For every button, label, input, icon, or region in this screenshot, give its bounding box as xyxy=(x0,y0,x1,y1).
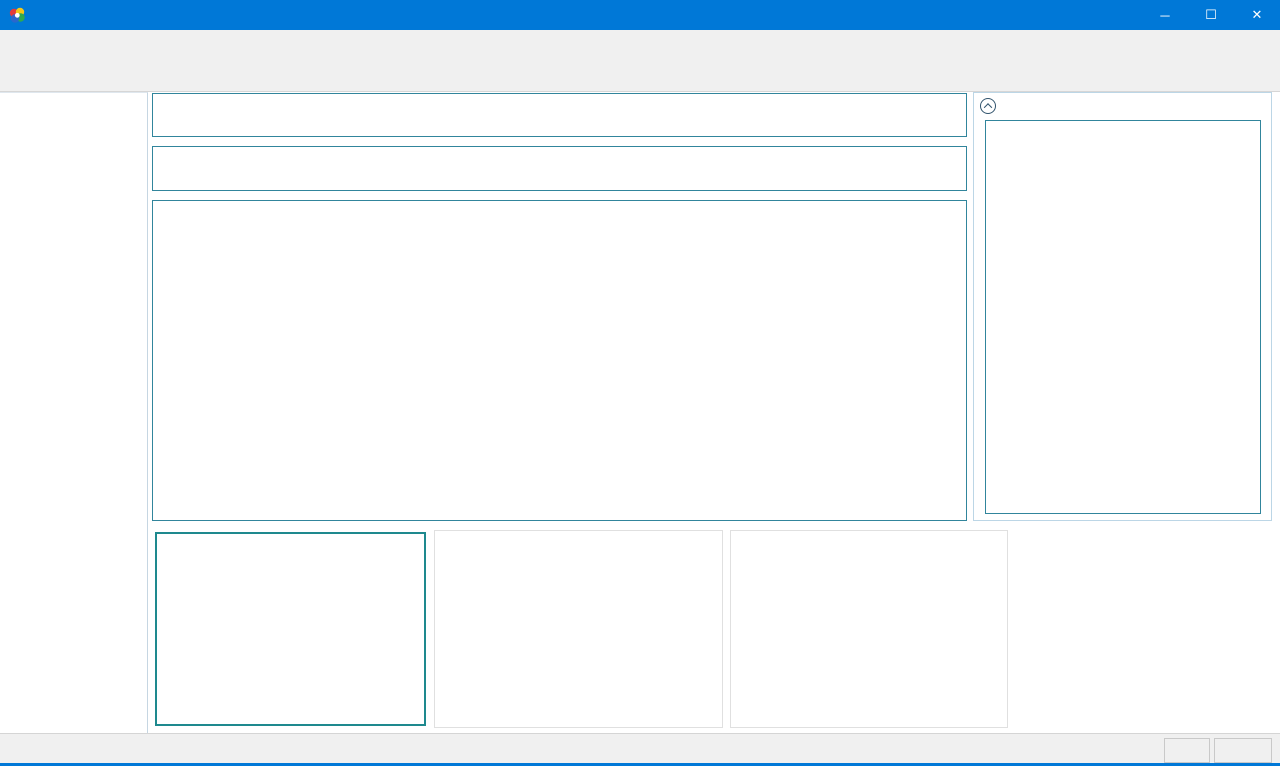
scatter-chart-panel[interactable] xyxy=(155,532,426,726)
status-empty-cell xyxy=(1214,738,1272,763)
auto-mode-indicator xyxy=(1164,738,1210,763)
color-difference-panel xyxy=(973,92,1272,521)
menu-bar xyxy=(0,30,1280,52)
collapse-panel-button[interactable] xyxy=(980,98,996,114)
chevron-up-icon xyxy=(984,103,992,111)
spectral-chart-panel[interactable] xyxy=(730,530,1008,728)
toolbar xyxy=(0,52,1280,92)
maximize-button[interactable]: ☐ xyxy=(1188,0,1234,30)
deltae-line-chart-panel[interactable] xyxy=(434,530,723,728)
samples-table xyxy=(152,200,967,521)
app-logo-icon xyxy=(8,6,26,24)
tolerance-table xyxy=(152,93,967,137)
standard-table xyxy=(152,146,967,191)
status-bar xyxy=(0,733,1280,766)
close-button[interactable]: ✕ xyxy=(1234,0,1280,30)
lab-colorwheel-panel[interactable] xyxy=(1012,530,1272,728)
minimize-button[interactable]: ─ xyxy=(1142,0,1188,30)
sample-tree-panel xyxy=(0,92,148,733)
cie-lab-box xyxy=(985,120,1261,514)
title-bar: ─ ☐ ✕ xyxy=(0,0,1280,30)
